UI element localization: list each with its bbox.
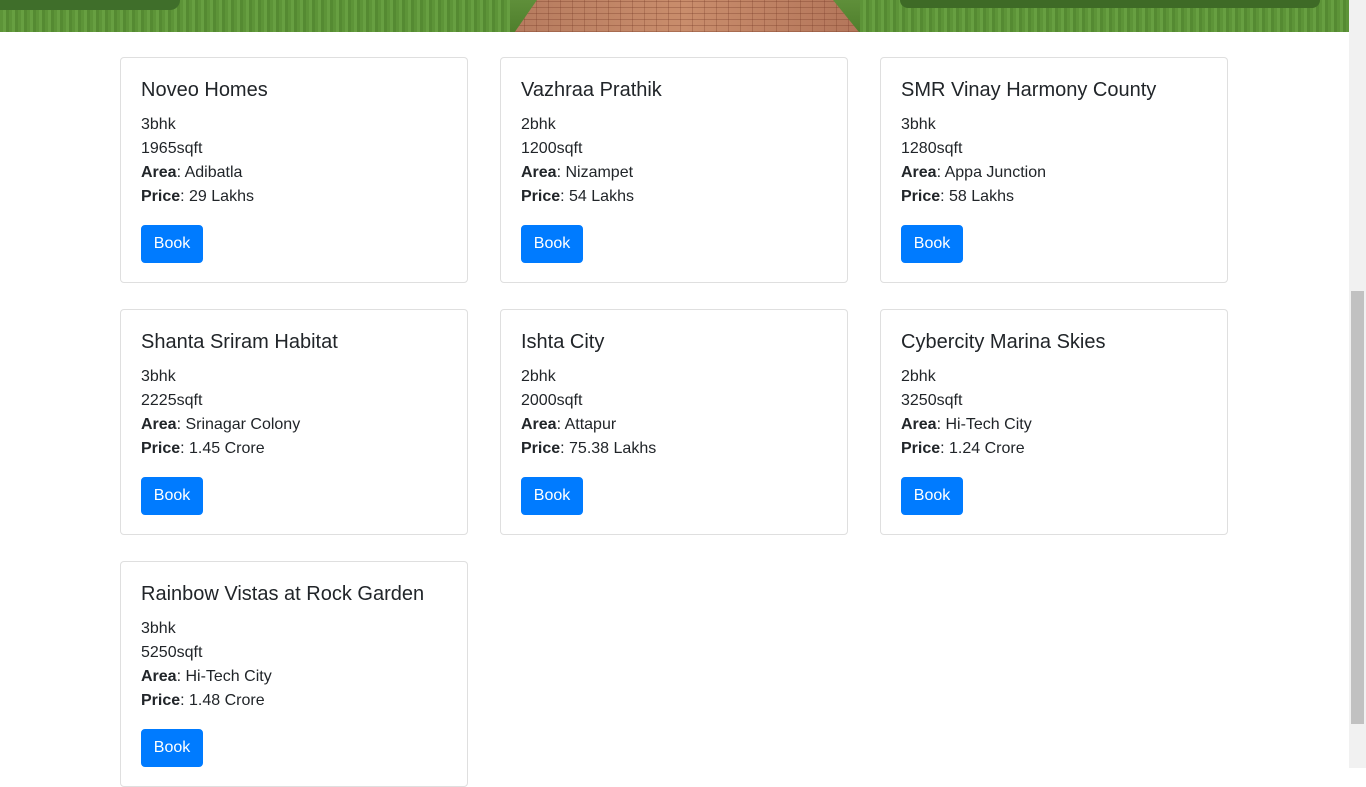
property-card: Rainbow Vistas at Rock Garden 3bhk 5250s…: [120, 561, 468, 787]
property-area: Area: Hi-Tech City: [901, 416, 1032, 433]
property-sqft: 5250sqft: [141, 644, 203, 661]
price-label: Price: [141, 188, 181, 205]
brick-pathway: [514, 0, 859, 32]
scrollbar-thumb[interactable]: [1351, 291, 1364, 724]
property-sqft: 1965sqft: [141, 140, 203, 157]
property-sqft: 1280sqft: [901, 140, 963, 157]
area-value: Appa Junction: [944, 164, 1046, 181]
property-card: Cybercity Marina Skies 2bhk 3250sqft Are…: [880, 309, 1228, 535]
property-card: Vazhraa Prathik 2bhk 1200sqft Area: Niza…: [500, 57, 848, 283]
property-price: Price: 1.24 Crore: [901, 440, 1025, 457]
property-sqft: 3250sqft: [901, 392, 963, 409]
property-price: Price: 58 Lakhs: [901, 188, 1014, 205]
property-sqft: 2000sqft: [521, 392, 583, 409]
property-name: Shanta Sriram Habitat: [141, 331, 338, 353]
property-area: Area: Appa Junction: [901, 164, 1046, 181]
book-button[interactable]: Book: [141, 477, 203, 515]
property-card: Ishta City 2bhk 2000sqft Area: Attapur P…: [500, 309, 848, 535]
property-sqft: 1200sqft: [521, 140, 583, 157]
property-bhk: 3bhk: [901, 116, 936, 133]
area-label: Area: [521, 416, 557, 433]
price-value: 1.24 Crore: [949, 440, 1025, 457]
property-bhk: 3bhk: [141, 368, 176, 385]
price-label: Price: [901, 440, 941, 457]
property-name: Vazhraa Prathik: [521, 79, 662, 101]
property-area: Area: Adibatla: [141, 164, 243, 181]
book-button[interactable]: Book: [901, 477, 963, 515]
property-price: Price: 1.48 Crore: [141, 692, 265, 709]
area-value: Nizampet: [565, 164, 634, 181]
area-label: Area: [141, 416, 177, 433]
shrub-left: [0, 0, 180, 10]
book-button[interactable]: Book: [141, 225, 203, 263]
property-bhk: 3bhk: [141, 116, 176, 133]
shrub-right: [900, 0, 1320, 8]
hero-banner-image: [0, 0, 1349, 32]
price-label: Price: [141, 692, 181, 709]
price-value: 1.48 Crore: [189, 692, 265, 709]
price-label: Price: [901, 188, 941, 205]
area-label: Area: [141, 668, 177, 685]
property-card: Shanta Sriram Habitat 3bhk 2225sqft Area…: [120, 309, 468, 535]
book-button[interactable]: Book: [521, 477, 583, 515]
vertical-scrollbar[interactable]: [1349, 0, 1366, 768]
price-label: Price: [521, 440, 561, 457]
property-bhk: 3bhk: [141, 620, 176, 637]
price-value: 54 Lakhs: [569, 188, 634, 205]
property-bhk: 2bhk: [521, 368, 556, 385]
price-label: Price: [521, 188, 561, 205]
book-button[interactable]: Book: [901, 225, 963, 263]
area-label: Area: [521, 164, 557, 181]
property-name: Ishta City: [521, 331, 605, 353]
property-area: Area: Srinagar Colony: [141, 416, 301, 433]
property-price: Price: 1.45 Crore: [141, 440, 265, 457]
price-value: 58 Lakhs: [949, 188, 1014, 205]
book-button[interactable]: Book: [141, 729, 203, 767]
price-value: 75.38 Lakhs: [569, 440, 657, 457]
property-bhk: 2bhk: [521, 116, 556, 133]
property-card: Noveo Homes 3bhk 1965sqft Area: Adibatla…: [120, 57, 468, 283]
property-price: Price: 54 Lakhs: [521, 188, 634, 205]
area-label: Area: [901, 164, 937, 181]
property-bhk: 2bhk: [901, 368, 936, 385]
area-value: Attapur: [564, 416, 617, 433]
area-value: Srinagar Colony: [185, 416, 301, 433]
price-value: 1.45 Crore: [189, 440, 265, 457]
price-label: Price: [141, 440, 181, 457]
property-area: Area: Attapur: [521, 416, 617, 433]
area-label: Area: [901, 416, 937, 433]
property-name: Noveo Homes: [141, 79, 268, 101]
area-value: Hi-Tech City: [185, 668, 272, 685]
property-area: Area: Hi-Tech City: [141, 668, 272, 685]
property-sqft: 2225sqft: [141, 392, 203, 409]
area-value: Adibatla: [184, 164, 243, 181]
property-price: Price: 29 Lakhs: [141, 188, 254, 205]
property-name: SMR Vinay Harmony County: [901, 79, 1157, 101]
area-value: Hi-Tech City: [945, 416, 1032, 433]
property-card: SMR Vinay Harmony County 3bhk 1280sqft A…: [880, 57, 1228, 283]
property-price: Price: 75.38 Lakhs: [521, 440, 657, 457]
price-value: 29 Lakhs: [189, 188, 254, 205]
property-name: Cybercity Marina Skies: [901, 331, 1106, 353]
property-area: Area: Nizampet: [521, 164, 634, 181]
book-button[interactable]: Book: [521, 225, 583, 263]
property-name: Rainbow Vistas at Rock Garden: [141, 583, 425, 605]
area-label: Area: [141, 164, 177, 181]
